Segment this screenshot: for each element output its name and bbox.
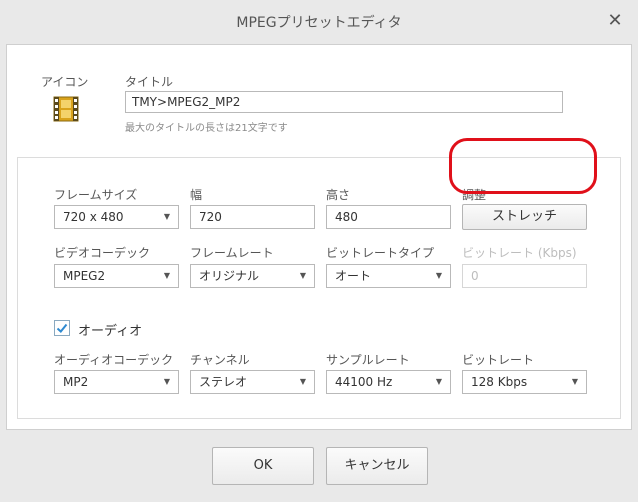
video-bitrate-input: 0	[462, 264, 587, 288]
bitrate-type-select[interactable]: オート ▼	[326, 264, 451, 288]
title-bar: MPEGプリセットエディタ ✕	[0, 0, 638, 44]
framerate-label: フレームレート	[190, 246, 274, 260]
adjust-label: 調整	[462, 188, 487, 202]
sample-rate-value: 44100 Hz	[335, 375, 393, 389]
stretch-button[interactable]: ストレッチ	[462, 204, 587, 230]
video-codec-value: MPEG2	[63, 269, 106, 283]
cancel-button[interactable]: キャンセル	[326, 447, 428, 485]
video-bitrate-label: ビットレート (Kbps)	[462, 246, 577, 260]
window-title: MPEGプリセットエディタ	[236, 15, 402, 31]
sample-rate-label: サンプルレート	[326, 353, 410, 367]
audio-codec-value: MP2	[63, 375, 89, 389]
sample-rate-select[interactable]: 44100 Hz ▼	[326, 370, 451, 394]
channel-select[interactable]: ステレオ ▼	[190, 370, 315, 394]
icon-label: アイコン	[41, 75, 89, 89]
chevron-down-icon: ▼	[163, 212, 170, 221]
title-hint: 最大のタイトルの長さは21文字です	[125, 123, 288, 134]
audio-bitrate-value: 128 Kbps	[471, 375, 528, 389]
framerate-select[interactable]: オリジナル ▼	[190, 264, 315, 288]
height-label: 高さ	[326, 188, 351, 202]
frame-size-select[interactable]: 720 x 480 ▼	[54, 205, 179, 229]
chevron-down-icon: ▼	[571, 377, 578, 386]
title-label: タイトル	[125, 75, 174, 89]
chevron-down-icon: ▼	[299, 271, 306, 280]
chevron-down-icon: ▼	[163, 271, 170, 280]
film-icon[interactable]	[51, 94, 81, 124]
frame-size-value: 720 x 480	[63, 210, 124, 224]
width-label: 幅	[190, 188, 203, 202]
chevron-down-icon: ▼	[435, 377, 442, 386]
audio-bitrate-select[interactable]: 128 Kbps ▼	[462, 370, 587, 394]
width-input[interactable]: 720	[190, 205, 315, 229]
main-panel: アイコン タイトル 最大のタイトルの長さは21文字です フレームサイズ 幅 高さ…	[6, 44, 632, 430]
title-input[interactable]	[125, 91, 563, 113]
frame-size-label: フレームサイズ	[54, 188, 138, 202]
ok-button[interactable]: OK	[212, 447, 314, 485]
audio-codec-select[interactable]: MP2 ▼	[54, 370, 179, 394]
bitrate-type-label: ビットレートタイプ	[326, 246, 435, 260]
close-icon[interactable]: ✕	[606, 12, 624, 30]
bitrate-type-value: オート	[335, 269, 372, 283]
video-codec-select[interactable]: MPEG2 ▼	[54, 264, 179, 288]
settings-group: フレームサイズ 幅 高さ 調整 720 x 480 ▼ 720 480 ストレッ…	[17, 157, 621, 419]
chevron-down-icon: ▼	[163, 377, 170, 386]
channel-label: チャンネル	[190, 353, 250, 367]
audio-bitrate-label: ビットレート	[462, 353, 535, 367]
chevron-down-icon: ▼	[299, 377, 306, 386]
chevron-down-icon: ▼	[435, 271, 442, 280]
video-codec-label: ビデオコーデック	[54, 246, 151, 260]
framerate-value: オリジナル	[199, 269, 260, 283]
height-input[interactable]: 480	[326, 205, 451, 229]
audio-checkbox-label[interactable]: オーディオ	[78, 320, 142, 339]
audio-codec-label: オーディオコーデック	[54, 353, 174, 367]
checkmark-icon	[56, 323, 68, 333]
channel-value: ステレオ	[199, 375, 248, 389]
audio-checkbox[interactable]	[54, 320, 70, 336]
